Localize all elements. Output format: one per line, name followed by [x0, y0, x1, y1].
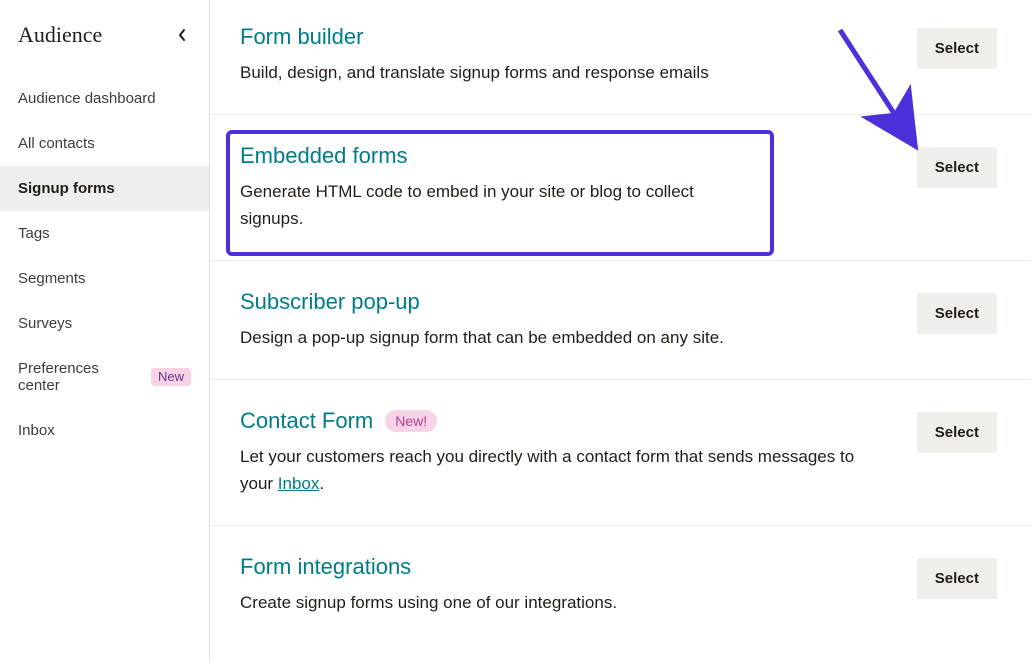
sidebar-item-label: Audience dashboard — [18, 90, 156, 107]
sidebar-item-preferences-center[interactable]: Preferences center New — [0, 346, 209, 408]
sidebar-item-inbox[interactable]: Inbox — [0, 408, 209, 453]
new-badge: New! — [385, 410, 437, 432]
form-title-text: Subscriber pop-up — [240, 289, 420, 315]
select-button[interactable]: Select — [917, 412, 997, 453]
sidebar-item-label: Signup forms — [18, 180, 115, 197]
form-option-desc: Generate HTML code to embed in your site… — [240, 179, 720, 232]
form-option-contact: Contact Form New! Let your customers rea… — [210, 380, 1031, 526]
form-title-text: Form builder — [240, 24, 363, 50]
inbox-link[interactable]: Inbox — [278, 474, 320, 493]
sidebar-item-signup-forms[interactable]: Signup forms — [0, 166, 209, 211]
desc-text-b: . — [319, 474, 324, 493]
desc-text-a: Let your customers reach you directly wi… — [240, 447, 854, 492]
form-option-integrations: Form integrations Create signup forms us… — [210, 526, 1031, 644]
form-option-title[interactable]: Subscriber pop-up — [240, 289, 877, 315]
sidebar-item-audience-dashboard[interactable]: Audience dashboard — [0, 76, 209, 121]
chevron-left-icon[interactable] — [175, 28, 189, 42]
form-option-title[interactable]: Form builder — [240, 24, 877, 50]
form-option-embedded: Embedded forms Generate HTML code to emb… — [210, 115, 1031, 261]
form-title-text: Contact Form — [240, 408, 373, 434]
sidebar-item-label: All contacts — [18, 135, 95, 152]
form-option-info: Form builder Build, design, and translat… — [240, 24, 917, 86]
sidebar-item-label: Tags — [18, 225, 50, 242]
sidebar-header: Audience — [0, 22, 209, 66]
form-option-desc: Build, design, and translate signup form… — [240, 60, 877, 86]
sidebar-item-all-contacts[interactable]: All contacts — [0, 121, 209, 166]
form-title-text: Embedded forms — [240, 143, 408, 169]
sidebar-item-label: Segments — [18, 270, 86, 287]
form-option-desc: Let your customers reach you directly wi… — [240, 444, 877, 497]
sidebar-item-tags[interactable]: Tags — [0, 211, 209, 256]
sidebar-item-label: Inbox — [18, 422, 55, 439]
form-option-builder: Form builder Build, design, and translat… — [210, 0, 1031, 115]
form-option-popup: Subscriber pop-up Design a pop-up signup… — [210, 261, 1031, 380]
sidebar-item-segments[interactable]: Segments — [0, 256, 209, 301]
form-option-info: Subscriber pop-up Design a pop-up signup… — [240, 289, 917, 351]
main-content: Form builder Build, design, and translat… — [210, 0, 1031, 663]
sidebar-nav: Audience dashboard All contacts Signup f… — [0, 76, 209, 453]
form-option-title[interactable]: Form integrations — [240, 554, 877, 580]
select-button[interactable]: Select — [917, 147, 997, 188]
form-option-info: Embedded forms Generate HTML code to emb… — [240, 143, 760, 232]
form-title-text: Form integrations — [240, 554, 411, 580]
form-option-title[interactable]: Embedded forms — [240, 143, 720, 169]
form-option-title[interactable]: Contact Form New! — [240, 408, 877, 434]
select-button[interactable]: Select — [917, 28, 997, 69]
form-option-info: Contact Form New! Let your customers rea… — [240, 408, 917, 497]
sidebar-item-label: Surveys — [18, 315, 72, 332]
form-option-desc: Design a pop-up signup form that can be … — [240, 325, 877, 351]
sidebar-item-surveys[interactable]: Surveys — [0, 301, 209, 346]
sidebar: Audience Audience dashboard All contacts… — [0, 0, 210, 663]
select-button[interactable]: Select — [917, 558, 997, 599]
form-option-desc: Create signup forms using one of our int… — [240, 590, 877, 616]
sidebar-item-label: Preferences center — [18, 360, 143, 394]
sidebar-title: Audience — [18, 22, 102, 48]
form-option-info: Form integrations Create signup forms us… — [240, 554, 917, 616]
select-button[interactable]: Select — [917, 293, 997, 334]
new-badge: New — [151, 368, 191, 386]
